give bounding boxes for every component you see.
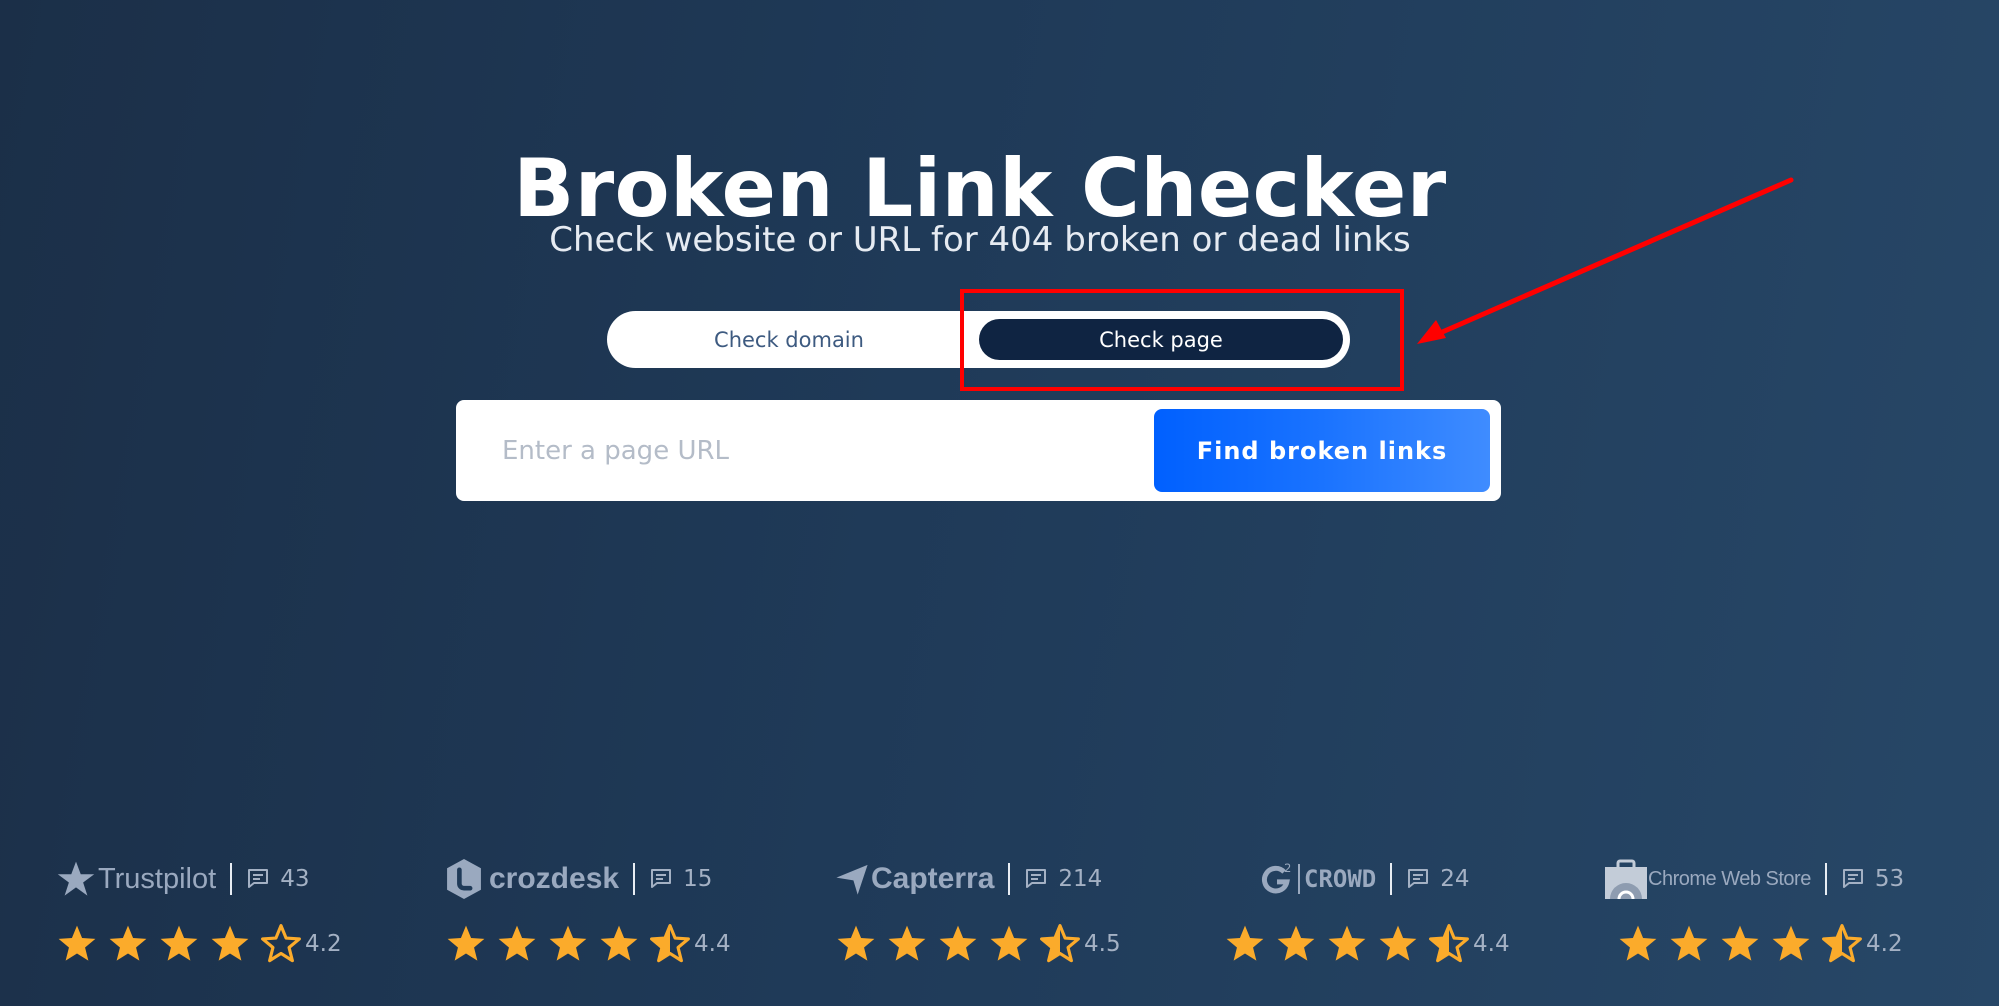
rating-score: 4.5 bbox=[1084, 931, 1121, 957]
star-full-icon bbox=[1277, 925, 1315, 961]
star-rating: 4.2 bbox=[56, 923, 342, 965]
star-full-icon bbox=[600, 925, 638, 961]
comment-icon bbox=[1842, 869, 1863, 888]
url-input[interactable] bbox=[480, 418, 1164, 483]
crozdesk-logo-icon bbox=[447, 859, 481, 899]
svg-text:2: 2 bbox=[1284, 862, 1291, 875]
annotation-arrow-head bbox=[1417, 320, 1446, 344]
chrome-web-store-icon bbox=[1605, 859, 1647, 899]
review-count: 15 bbox=[683, 866, 713, 892]
rating-score: 4.4 bbox=[694, 931, 731, 957]
divider bbox=[1390, 863, 1393, 895]
review-count: 53 bbox=[1874, 866, 1905, 892]
divider bbox=[1824, 863, 1827, 895]
star-full-icon bbox=[1772, 925, 1810, 961]
star-full-icon bbox=[1226, 925, 1264, 961]
review-platform-name: Trustpilot bbox=[98, 862, 217, 895]
star-full-icon bbox=[990, 925, 1028, 961]
rating-score: 4.2 bbox=[1866, 931, 1903, 957]
star-full-icon bbox=[109, 925, 147, 961]
comment-icon bbox=[651, 869, 672, 888]
star-rating: 4.4 bbox=[445, 923, 731, 965]
divider bbox=[1008, 863, 1011, 895]
star-full-icon bbox=[1619, 925, 1657, 961]
star-rating: 4.2 bbox=[1617, 923, 1903, 965]
star-half-icon bbox=[1040, 924, 1080, 963]
tab-check-domain[interactable]: Check domain bbox=[615, 319, 963, 360]
review-count: 43 bbox=[280, 866, 310, 892]
star-full-icon bbox=[1328, 925, 1366, 961]
star-full-icon bbox=[58, 925, 96, 961]
page-subtitle: Check website or URL for 404 broken or d… bbox=[549, 220, 1411, 260]
star-rating: 4.5 bbox=[835, 923, 1121, 965]
review-count: 24 bbox=[1440, 866, 1470, 892]
g2-logo-icon: 2 bbox=[1261, 862, 1291, 894]
divider bbox=[230, 863, 233, 895]
review-platform-name: crozdesk bbox=[489, 862, 620, 895]
star-half-icon bbox=[1822, 924, 1862, 963]
star-full-icon bbox=[160, 925, 198, 961]
star-full-icon bbox=[837, 925, 875, 961]
star-full-icon bbox=[1379, 925, 1417, 961]
comment-icon bbox=[248, 869, 269, 888]
trustpilot-star-icon bbox=[57, 861, 95, 896]
find-broken-links-button[interactable]: Find broken links bbox=[1154, 409, 1490, 492]
review-count: 214 bbox=[1058, 866, 1103, 892]
star-full-icon bbox=[447, 925, 485, 961]
star-full-icon bbox=[1721, 925, 1759, 961]
star-full-icon bbox=[498, 925, 536, 961]
star-full-icon bbox=[1670, 925, 1708, 961]
annotation-highlight-box bbox=[960, 289, 1404, 391]
star-full-icon bbox=[211, 925, 249, 961]
review-platform-name: Capterra bbox=[871, 862, 995, 895]
divider bbox=[633, 863, 636, 895]
capterra-arrow-icon bbox=[836, 864, 868, 895]
rating-score: 4.2 bbox=[305, 931, 342, 957]
review-platform-name: Chrome Web Store bbox=[1648, 867, 1811, 890]
rating-score: 4.4 bbox=[1473, 931, 1510, 957]
star-half-icon bbox=[1429, 924, 1469, 963]
star-full-icon bbox=[888, 925, 926, 961]
url-search-form: Find broken links bbox=[456, 400, 1501, 501]
review-platform-name: CROWD bbox=[1304, 865, 1377, 893]
divider bbox=[1298, 864, 1300, 894]
star-rating: 4.4 bbox=[1224, 923, 1510, 965]
star-full-icon bbox=[939, 925, 977, 961]
star-half-icon bbox=[650, 924, 690, 963]
star-empty-icon bbox=[261, 924, 301, 963]
comment-icon bbox=[1026, 869, 1047, 888]
star-full-icon bbox=[549, 925, 587, 961]
comment-icon bbox=[1408, 869, 1429, 888]
